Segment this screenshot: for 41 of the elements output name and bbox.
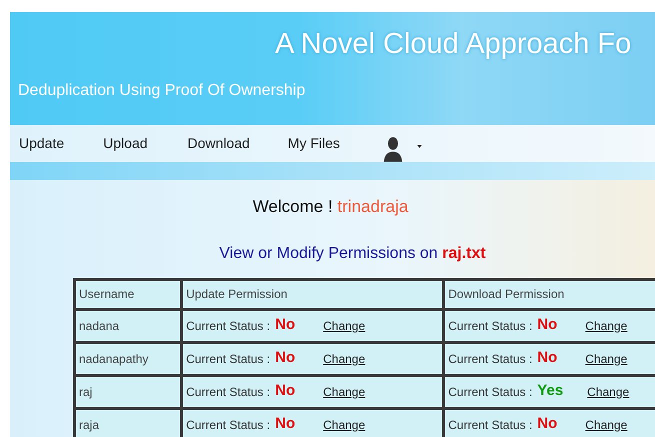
status-label: Current Status : xyxy=(448,318,532,334)
nav-link[interactable]: Download xyxy=(188,133,250,154)
status-label: Current Status : xyxy=(448,384,532,400)
site-subtitle: Deduplication Using Proof Of Ownership xyxy=(17,81,306,101)
table-cell: raja xyxy=(74,408,182,437)
caret-icon[interactable] xyxy=(416,145,422,148)
user-icon[interactable] xyxy=(382,134,404,162)
status-value: Yes xyxy=(537,381,564,402)
nav-link[interactable]: My Files xyxy=(288,133,340,154)
change-link[interactable]: Change xyxy=(585,316,628,334)
permissions-heading: View or Modify Permissions on raj.txt xyxy=(218,244,487,264)
change-link[interactable]: Change xyxy=(587,382,630,400)
status-value: No xyxy=(537,348,558,368)
change-link[interactable]: Change xyxy=(323,416,366,434)
status-value: No xyxy=(537,315,558,336)
change-link[interactable]: Change xyxy=(323,382,366,400)
column-header: Download Permission xyxy=(444,279,655,309)
change-link[interactable]: Change xyxy=(585,416,628,434)
change-link[interactable]: Change xyxy=(323,350,366,368)
status-label: Current Status : xyxy=(186,416,270,434)
status-label: Current Status : xyxy=(186,384,270,400)
status-label: Current Status : xyxy=(448,350,532,368)
table-cell: nadanapathy xyxy=(74,342,182,375)
status-value: No xyxy=(537,414,558,434)
nav-link[interactable]: Upload xyxy=(103,133,148,154)
status-value: No xyxy=(275,381,296,402)
table-cell: nadana xyxy=(74,309,182,342)
status-value: No xyxy=(275,348,296,368)
status-label: Current Status : xyxy=(186,318,270,334)
change-link[interactable]: Change xyxy=(585,350,628,368)
column-header: Username xyxy=(74,279,182,309)
column-header: Update Permission xyxy=(182,279,444,309)
change-link[interactable]: Change xyxy=(323,316,366,334)
site-title: A Novel Cloud Approach Fo xyxy=(274,27,632,62)
status-label: Current Status : xyxy=(448,416,532,434)
nav-link[interactable]: Update xyxy=(19,133,64,154)
status-label: Current Status : xyxy=(186,350,270,368)
table-cell: raj xyxy=(74,375,182,408)
status-value: No xyxy=(275,414,296,434)
welcome-text: Welcome ! trinadraja xyxy=(252,196,410,218)
status-value: No xyxy=(275,315,296,336)
